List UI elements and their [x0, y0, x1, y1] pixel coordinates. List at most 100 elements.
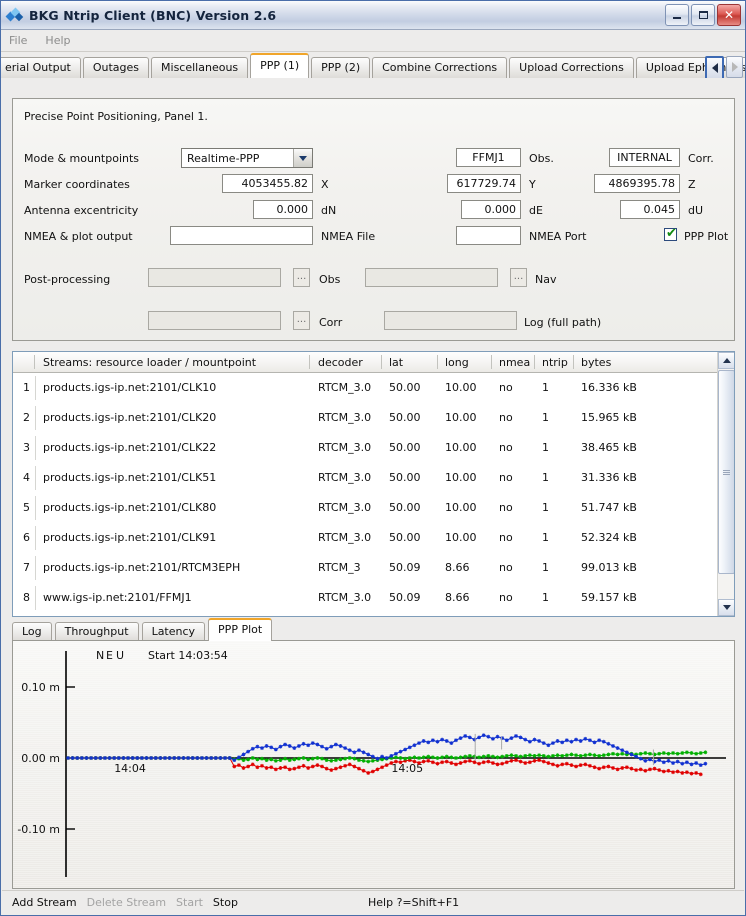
- postproc-corr-input[interactable]: [148, 311, 281, 330]
- table-row[interactable]: 4products.igs-ip.net:2101/CLK51RTCM_3.05…: [13, 463, 734, 493]
- help-hint: Help ?=Shift+F1: [368, 896, 459, 909]
- postproc-corr-browse-button[interactable]: ...: [293, 311, 310, 330]
- legend-item-n: N: [96, 649, 104, 662]
- label-post-processing: Post-processing: [24, 273, 110, 286]
- cell-nmea: no: [499, 381, 513, 394]
- label-postproc-nav: Nav: [535, 273, 556, 286]
- table-row[interactable]: 3products.igs-ip.net:2101/CLK22RTCM_3.05…: [13, 433, 734, 463]
- menu-item-help[interactable]: Help: [45, 34, 70, 47]
- bottom-tab-bar: Log Throughput Latency PPP Plot: [12, 619, 735, 641]
- plot-start-time: Start 14:03:54: [148, 649, 228, 662]
- marker-y-input[interactable]: [447, 174, 521, 193]
- label-mode-mountpoints: Mode & mountpoints: [24, 152, 139, 165]
- start-button[interactable]: Start: [176, 896, 203, 909]
- column-header-mountpoint[interactable]: Streams: resource loader / mountpoint: [43, 356, 256, 369]
- label-corr: Corr.: [688, 152, 714, 165]
- cell-lat: 50.00: [389, 501, 421, 514]
- tab-log[interactable]: Log: [12, 622, 52, 641]
- column-header-nmea[interactable]: nmea: [499, 356, 530, 369]
- table-row[interactable]: 6products.igs-ip.net:2101/CLK91RTCM_3.05…: [13, 523, 734, 553]
- row-number: 3: [16, 441, 30, 454]
- ppp-plot-checkbox[interactable]: ✔: [664, 228, 677, 241]
- scroll-up-button[interactable]: [718, 352, 735, 369]
- obs-mountpoint-input[interactable]: [456, 148, 521, 167]
- column-header-lat[interactable]: lat: [389, 356, 403, 369]
- ppp-settings-panel: Precise Point Positioning, Panel 1. Mode…: [12, 98, 735, 341]
- corr-mountpoint-input[interactable]: [609, 148, 680, 167]
- marker-x-input[interactable]: [222, 174, 313, 193]
- table-row[interactable]: 1products.igs-ip.net:2101/CLK10RTCM_3.05…: [13, 373, 734, 403]
- postproc-log-input[interactable]: [384, 311, 517, 330]
- column-header-decoder[interactable]: decoder: [318, 356, 363, 369]
- scroll-down-button[interactable]: [718, 599, 735, 616]
- stop-button[interactable]: Stop: [213, 896, 238, 909]
- tab-scroll-right-button[interactable]: [726, 56, 743, 78]
- chevron-right-icon: [732, 62, 738, 72]
- cell-long: 8.66: [445, 591, 470, 604]
- label-obs: Obs.: [529, 152, 554, 165]
- nmea-file-input[interactable]: [170, 226, 313, 245]
- y-axis-tick-label: -0.10 m: [17, 823, 60, 836]
- tab-ppp-plot[interactable]: PPP Plot: [208, 618, 272, 641]
- streams-vertical-scrollbar[interactable]: [717, 352, 734, 616]
- table-row[interactable]: 7products.igs-ip.net:2101/RTCM3EPHRTCM_3…: [13, 553, 734, 583]
- row-divider: [35, 406, 36, 430]
- label-du: dU: [688, 204, 703, 217]
- cell-lat: 50.00: [389, 531, 421, 544]
- close-button[interactable]: ✕: [717, 4, 741, 26]
- column-header-bytes[interactable]: bytes: [581, 356, 611, 369]
- cell-lat: 50.00: [389, 411, 421, 424]
- antenna-de-input[interactable]: [461, 200, 521, 219]
- postproc-obs-browse-button[interactable]: ...: [293, 268, 310, 287]
- scrollbar-thumb[interactable]: [718, 370, 735, 574]
- postproc-obs-input[interactable]: [148, 268, 281, 287]
- antenna-dn-input[interactable]: [253, 200, 313, 219]
- maximize-button[interactable]: [691, 4, 715, 26]
- antenna-du-input[interactable]: [620, 200, 680, 219]
- y-axis-tick-label: 0.10 m: [21, 681, 60, 694]
- check-icon: ✔: [666, 227, 677, 240]
- column-header-long[interactable]: long: [445, 356, 469, 369]
- row-number: 6: [16, 531, 30, 544]
- tab-miscellaneous[interactable]: Miscellaneous: [151, 57, 248, 78]
- minimize-button[interactable]: [665, 4, 689, 26]
- postproc-nav-input[interactable]: [365, 268, 498, 287]
- tab-combine-corrections[interactable]: Combine Corrections: [372, 57, 507, 78]
- tab-outages[interactable]: Outages: [83, 57, 149, 78]
- row-divider: [35, 436, 36, 460]
- tab-scroll-left-button[interactable]: [705, 56, 724, 78]
- cell-decoder: RTCM_3.0: [318, 531, 371, 544]
- delete-stream-button[interactable]: Delete Stream: [87, 896, 166, 909]
- tab-upload-corrections[interactable]: Upload Corrections: [509, 57, 634, 78]
- cell-ntrip: 1: [542, 501, 549, 514]
- ppp-plot-panel: NEUStart 14:03:540.10 m0.00 m-0.10 m14:0…: [12, 640, 735, 889]
- mode-select[interactable]: Realtime-PPP: [181, 148, 313, 168]
- add-stream-button[interactable]: Add Stream: [12, 896, 77, 909]
- tab-throughput[interactable]: Throughput: [55, 622, 139, 641]
- tab-latency[interactable]: Latency: [142, 622, 205, 641]
- column-header-ntrip[interactable]: ntrip: [542, 356, 568, 369]
- postproc-nav-browse-button[interactable]: ...: [510, 268, 527, 287]
- grip-icon: [723, 470, 730, 475]
- nmea-port-input[interactable]: [456, 226, 521, 245]
- panel-title: Precise Point Positioning, Panel 1.: [24, 110, 208, 123]
- cell-bytes: 51.747 kB: [581, 501, 637, 514]
- marker-z-input[interactable]: [594, 174, 680, 193]
- cell-bytes: 52.324 kB: [581, 531, 637, 544]
- cell-long: 10.00: [445, 471, 477, 484]
- cell-mountpoint: products.igs-ip.net:2101/CLK10: [43, 381, 216, 394]
- cell-ntrip: 1: [542, 471, 549, 484]
- tab-serial-output[interactable]: erial Output: [1, 57, 81, 78]
- table-row[interactable]: 8www.igs-ip.net:2101/FFMJ1RTCM_3.050.098…: [13, 583, 734, 613]
- label-nmea-file: NMEA File: [321, 230, 375, 243]
- cell-lat: 50.00: [389, 471, 421, 484]
- menu-item-file[interactable]: File: [9, 34, 27, 47]
- cell-ntrip: 1: [542, 561, 549, 574]
- tab-ppp-1[interactable]: PPP (1): [250, 53, 309, 78]
- cell-nmea: no: [499, 471, 513, 484]
- table-row[interactable]: 5products.igs-ip.net:2101/CLK80RTCM_3.05…: [13, 493, 734, 523]
- chevron-down-icon[interactable]: [293, 149, 312, 167]
- tab-ppp-2[interactable]: PPP (2): [311, 57, 370, 78]
- mode-select-value: Realtime-PPP: [187, 152, 293, 165]
- table-row[interactable]: 2products.igs-ip.net:2101/CLK20RTCM_3.05…: [13, 403, 734, 433]
